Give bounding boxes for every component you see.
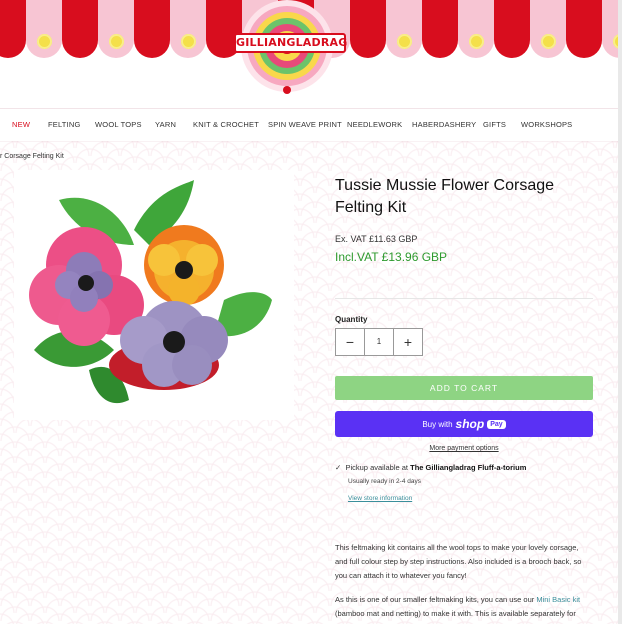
nav-item-workshops[interactable]: WORKSHOPS (521, 109, 572, 141)
price-ex-vat: Ex. VAT £11.63 GBP (335, 234, 417, 244)
awning-stripe (386, 0, 422, 58)
awning-dot (397, 34, 412, 49)
quantity-stepper: − 1 + (335, 328, 423, 356)
nav-item-gifts[interactable]: GIFTS (483, 109, 506, 141)
pickup-prefix: Pickup available at (345, 463, 408, 472)
awning-stripe (494, 0, 530, 58)
mini-basic-kit-link[interactable]: Mini Basic kit (536, 595, 580, 604)
awning-stripe (170, 0, 206, 58)
nav-item-yarn[interactable]: YARN (155, 109, 176, 141)
pickup-ready-time: Usually ready in 2-4 days (348, 478, 421, 485)
main-nav: NEW FELTING WOOL TOPS YARN KNIT & CROCHE… (0, 108, 622, 142)
breadcrumb[interactable]: r Corsage Felting Kit (0, 153, 64, 160)
scrollbar[interactable] (618, 0, 622, 624)
minus-icon[interactable]: − (336, 329, 364, 355)
pay-badge: Pay (487, 420, 505, 429)
nav-item-felting[interactable]: FELTING (48, 109, 81, 141)
nav-item-wool-tops[interactable]: WOOL TOPS (95, 109, 142, 141)
divider (335, 298, 593, 299)
product-image[interactable] (14, 170, 294, 420)
buy-with-label: Buy with (422, 420, 452, 429)
description-paragraph-2: As this is one of our smaller feltmaking… (335, 593, 593, 621)
product-description: This feltmaking kit contains all the woo… (335, 541, 593, 631)
awning-stripe (98, 0, 134, 58)
product-title: Tussie Mussie Flower Corsage Felting Kit (335, 175, 595, 219)
shop-pay-button[interactable]: Buy with shop Pay (335, 411, 593, 437)
more-payment-options-link[interactable]: More payment options (335, 445, 593, 452)
awning-stripe (422, 0, 458, 58)
awning-stripe (458, 0, 494, 58)
nav-item-haberdashery[interactable]: HABERDASHERY (412, 109, 476, 141)
nav-item-new[interactable]: NEW (12, 109, 30, 141)
awning-dot (109, 34, 124, 49)
nav-item-needlework[interactable]: NEEDLEWORK (347, 109, 402, 141)
awning-stripe (26, 0, 62, 58)
awning-dot (469, 34, 484, 49)
awning-stripe (134, 0, 170, 58)
awning-stripe (0, 0, 26, 58)
nav-item-spin-weave-print[interactable]: SPIN WEAVE PRINT (268, 109, 342, 141)
awning-stripe (566, 0, 602, 58)
awning-dot (541, 34, 556, 49)
view-store-info-link[interactable]: View store information (348, 495, 412, 502)
price-inc-vat: Incl.VAT £13.96 GBP (335, 250, 447, 264)
pickup-location: The Gilliangladrag Fluff-a-torium (410, 463, 526, 472)
pickup-availability: ✓ Pickup available at The Gilliangladrag… (335, 463, 526, 472)
add-to-cart-button[interactable]: ADD TO CART (335, 376, 593, 400)
quantity-input[interactable]: 1 (364, 329, 394, 355)
awning-dot (37, 34, 52, 49)
check-icon: ✓ (335, 463, 341, 472)
brand-logo-text[interactable]: GILLIANGLADRAG (234, 33, 346, 53)
awning-dot (181, 34, 196, 49)
awning-stripe (62, 0, 98, 58)
nav-item-knit-crochet[interactable]: KNIT & CROCHET (193, 109, 259, 141)
awning-stripe (530, 0, 566, 58)
description-paragraph-1: This feltmaking kit contains all the woo… (335, 541, 593, 583)
awning-stripe (350, 0, 386, 58)
plus-icon[interactable]: + (394, 329, 422, 355)
shop-logo-text: shop (456, 417, 485, 431)
quantity-label: Quantity (335, 315, 367, 324)
